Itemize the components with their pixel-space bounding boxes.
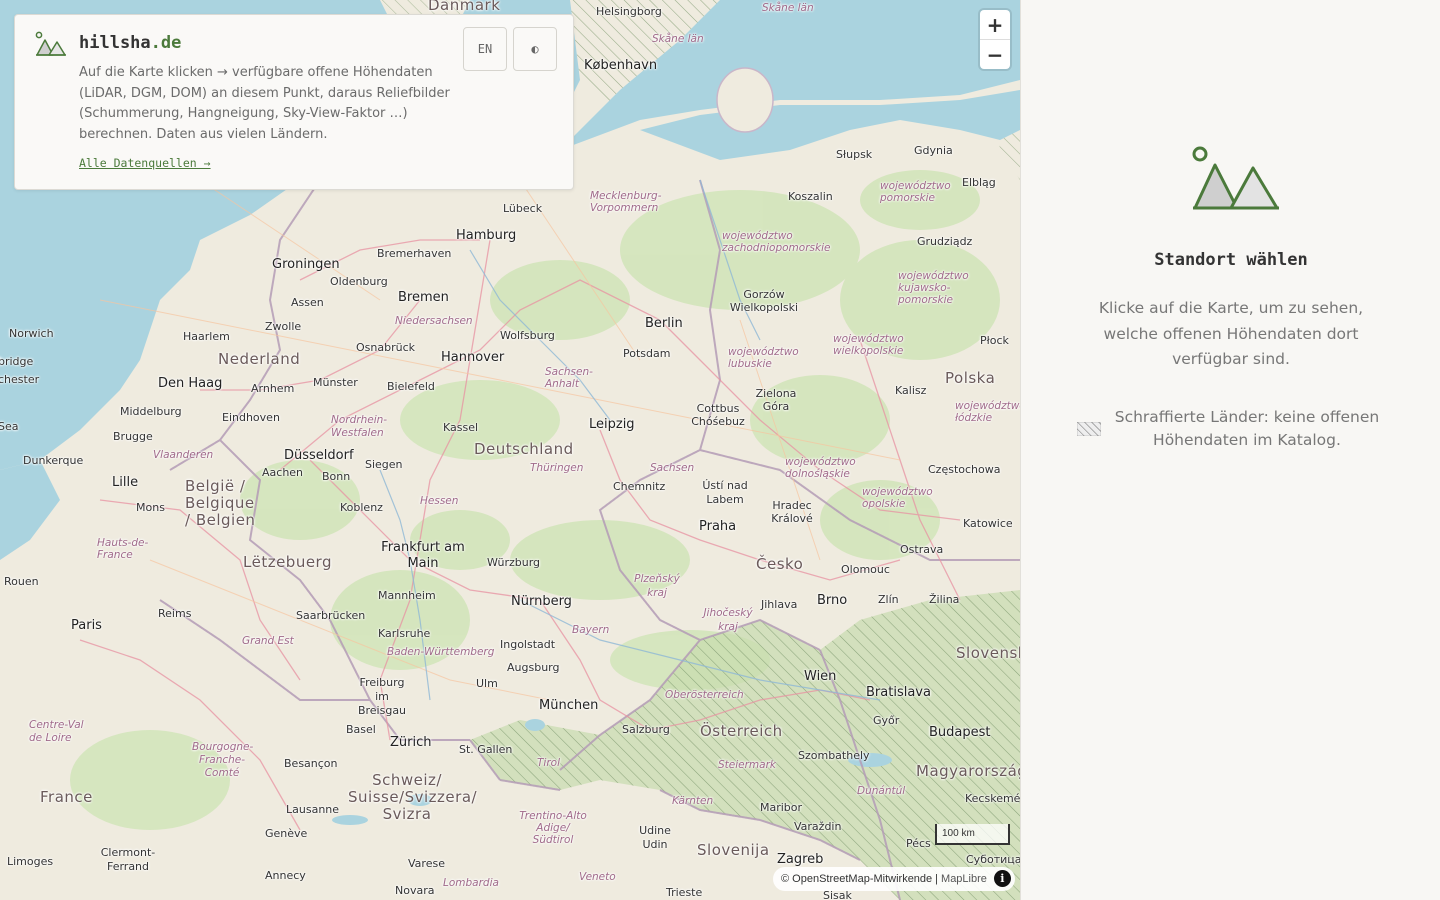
language-toggle-button[interactable]: EN <box>463 27 507 71</box>
zoom-out-button[interactable]: − <box>980 40 1010 69</box>
hatch-legend-icon <box>1077 422 1101 436</box>
zoom-control: + − <box>980 10 1010 69</box>
mountain-placeholder-icon <box>1192 146 1279 210</box>
map-attribution: © OpenStreetMap-Mitwirkende | MapLibre i <box>773 867 1015 891</box>
panel-title: Standort wählen <box>1154 250 1308 270</box>
brand-name: hillsha.de <box>79 33 181 53</box>
panel-hint: Klicke auf die Karte, um zu sehen, welch… <box>1098 299 1364 368</box>
zoom-in-button[interactable]: + <box>980 10 1010 39</box>
brand-tld: .de <box>150 33 182 53</box>
attribution-separator: | <box>935 873 939 885</box>
theme-toggle-button[interactable]: ◐ <box>513 27 557 71</box>
scale-bar: 100 km <box>935 824 1010 845</box>
side-panel: Standort wählen Klicke auf die Karte, um… <box>1020 0 1440 900</box>
app-description: Auf die Karte klicken → verfügbare offen… <box>79 65 450 142</box>
attribution-info-icon[interactable]: i <box>993 870 1011 887</box>
mountain-logo-icon <box>35 31 66 56</box>
hatch-legend-text: Schraffierte Länder: keine offenen Höhen… <box>1114 408 1380 449</box>
brand-name-main: hillsha <box>79 33 151 53</box>
all-data-sources-link[interactable]: Alle Datenquellen → <box>79 156 211 170</box>
map-canvas[interactable]: Danmark Helsingborg Skåne län Skåne län … <box>0 0 1020 900</box>
osm-attribution-link[interactable]: © OpenStreetMap-Mitwirkende <box>781 873 932 885</box>
maplibre-link[interactable]: MapLibre <box>941 873 987 885</box>
info-card: hillsha.de Auf die Karte klicken → verfü… <box>14 14 574 190</box>
